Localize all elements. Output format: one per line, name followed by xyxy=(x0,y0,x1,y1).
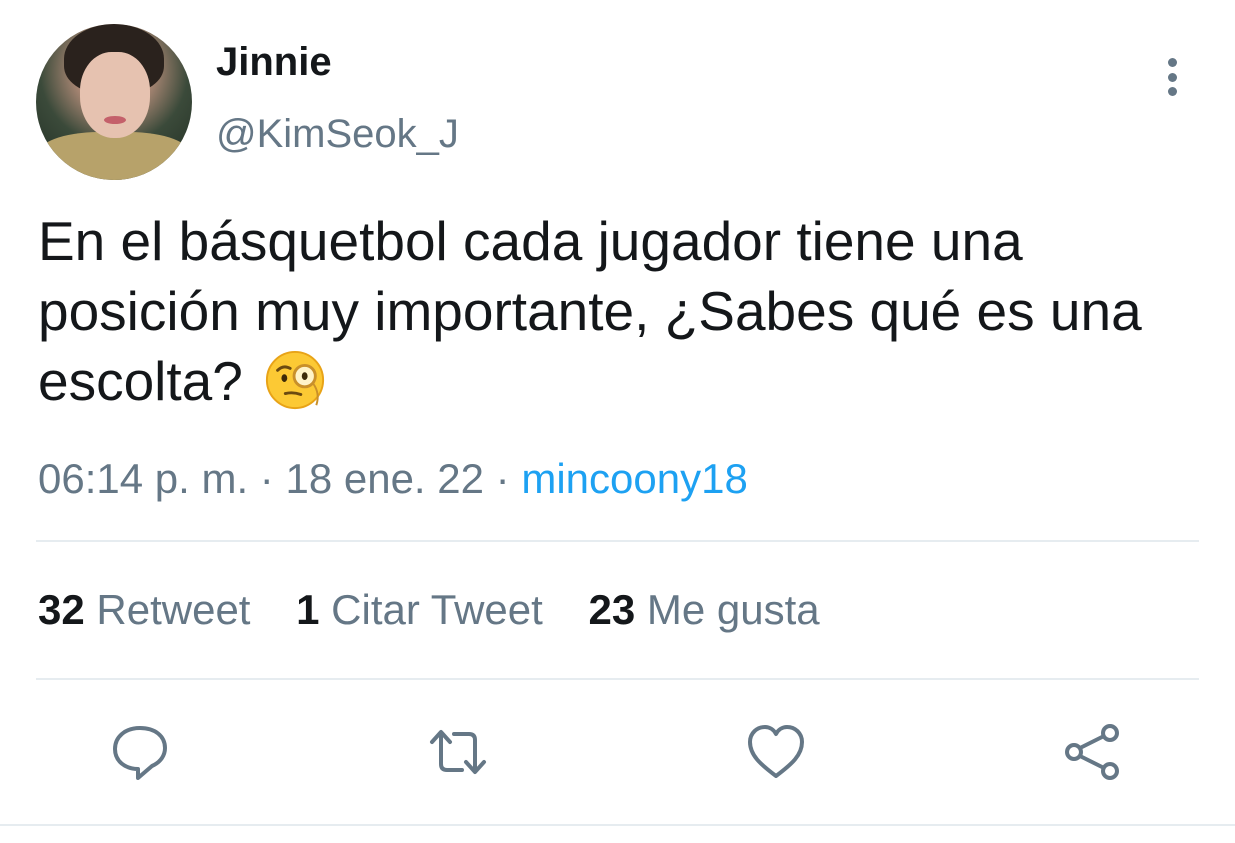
tweet-text: En el básquetbol cada jugador tiene una … xyxy=(38,206,1188,416)
tweet-date: 18 ene. 22 xyxy=(285,455,484,502)
tweet-source-link[interactable]: mincoony18 xyxy=(521,455,747,502)
reply-button[interactable] xyxy=(108,720,172,784)
retweet-icon xyxy=(430,730,486,774)
quotes-stat[interactable]: 1 Citar Tweet xyxy=(296,586,554,633)
likes-stat[interactable]: 23 Me gusta xyxy=(588,586,819,633)
heart-icon xyxy=(748,725,804,778)
author-name[interactable]: Jinnie xyxy=(216,40,332,85)
author-handle[interactable]: @KimSeok_J xyxy=(216,112,459,157)
meta-separator: · xyxy=(495,455,510,502)
tweet-meta: 06:14 p. m. · 18 ene. 22 · mincoony18 xyxy=(38,455,748,503)
likes-count: 23 xyxy=(588,586,636,633)
reply-icon xyxy=(113,726,167,780)
tweet-stats: 32 Retweet 1 Citar Tweet 23 Me gusta xyxy=(38,586,854,634)
quotes-label: Citar Tweet xyxy=(331,586,543,633)
divider xyxy=(36,540,1199,542)
retweet-button[interactable] xyxy=(426,720,490,784)
retweets-count: 32 xyxy=(38,586,85,633)
more-options-icon[interactable] xyxy=(1152,52,1192,102)
tweet-detail: Jinnie @KimSeok_J En el básquetbol cada … xyxy=(0,0,1235,843)
retweets-stat[interactable]: 32 Retweet xyxy=(38,586,262,633)
share-button[interactable] xyxy=(1060,720,1124,784)
tweet-time: 06:14 p. m. xyxy=(38,455,249,502)
quotes-count: 1 xyxy=(296,586,320,633)
action-bar xyxy=(0,720,1235,784)
tweet-body: En el básquetbol cada jugador tiene una … xyxy=(38,210,1142,412)
face-with-monocle-icon xyxy=(264,349,326,411)
meta-separator: · xyxy=(259,455,274,502)
share-icon xyxy=(1065,724,1119,780)
avatar[interactable] xyxy=(36,24,192,180)
divider xyxy=(0,824,1235,826)
like-button[interactable] xyxy=(744,720,808,784)
likes-label: Me gusta xyxy=(646,586,820,633)
retweets-label: Retweet xyxy=(96,586,251,633)
divider xyxy=(36,678,1199,680)
